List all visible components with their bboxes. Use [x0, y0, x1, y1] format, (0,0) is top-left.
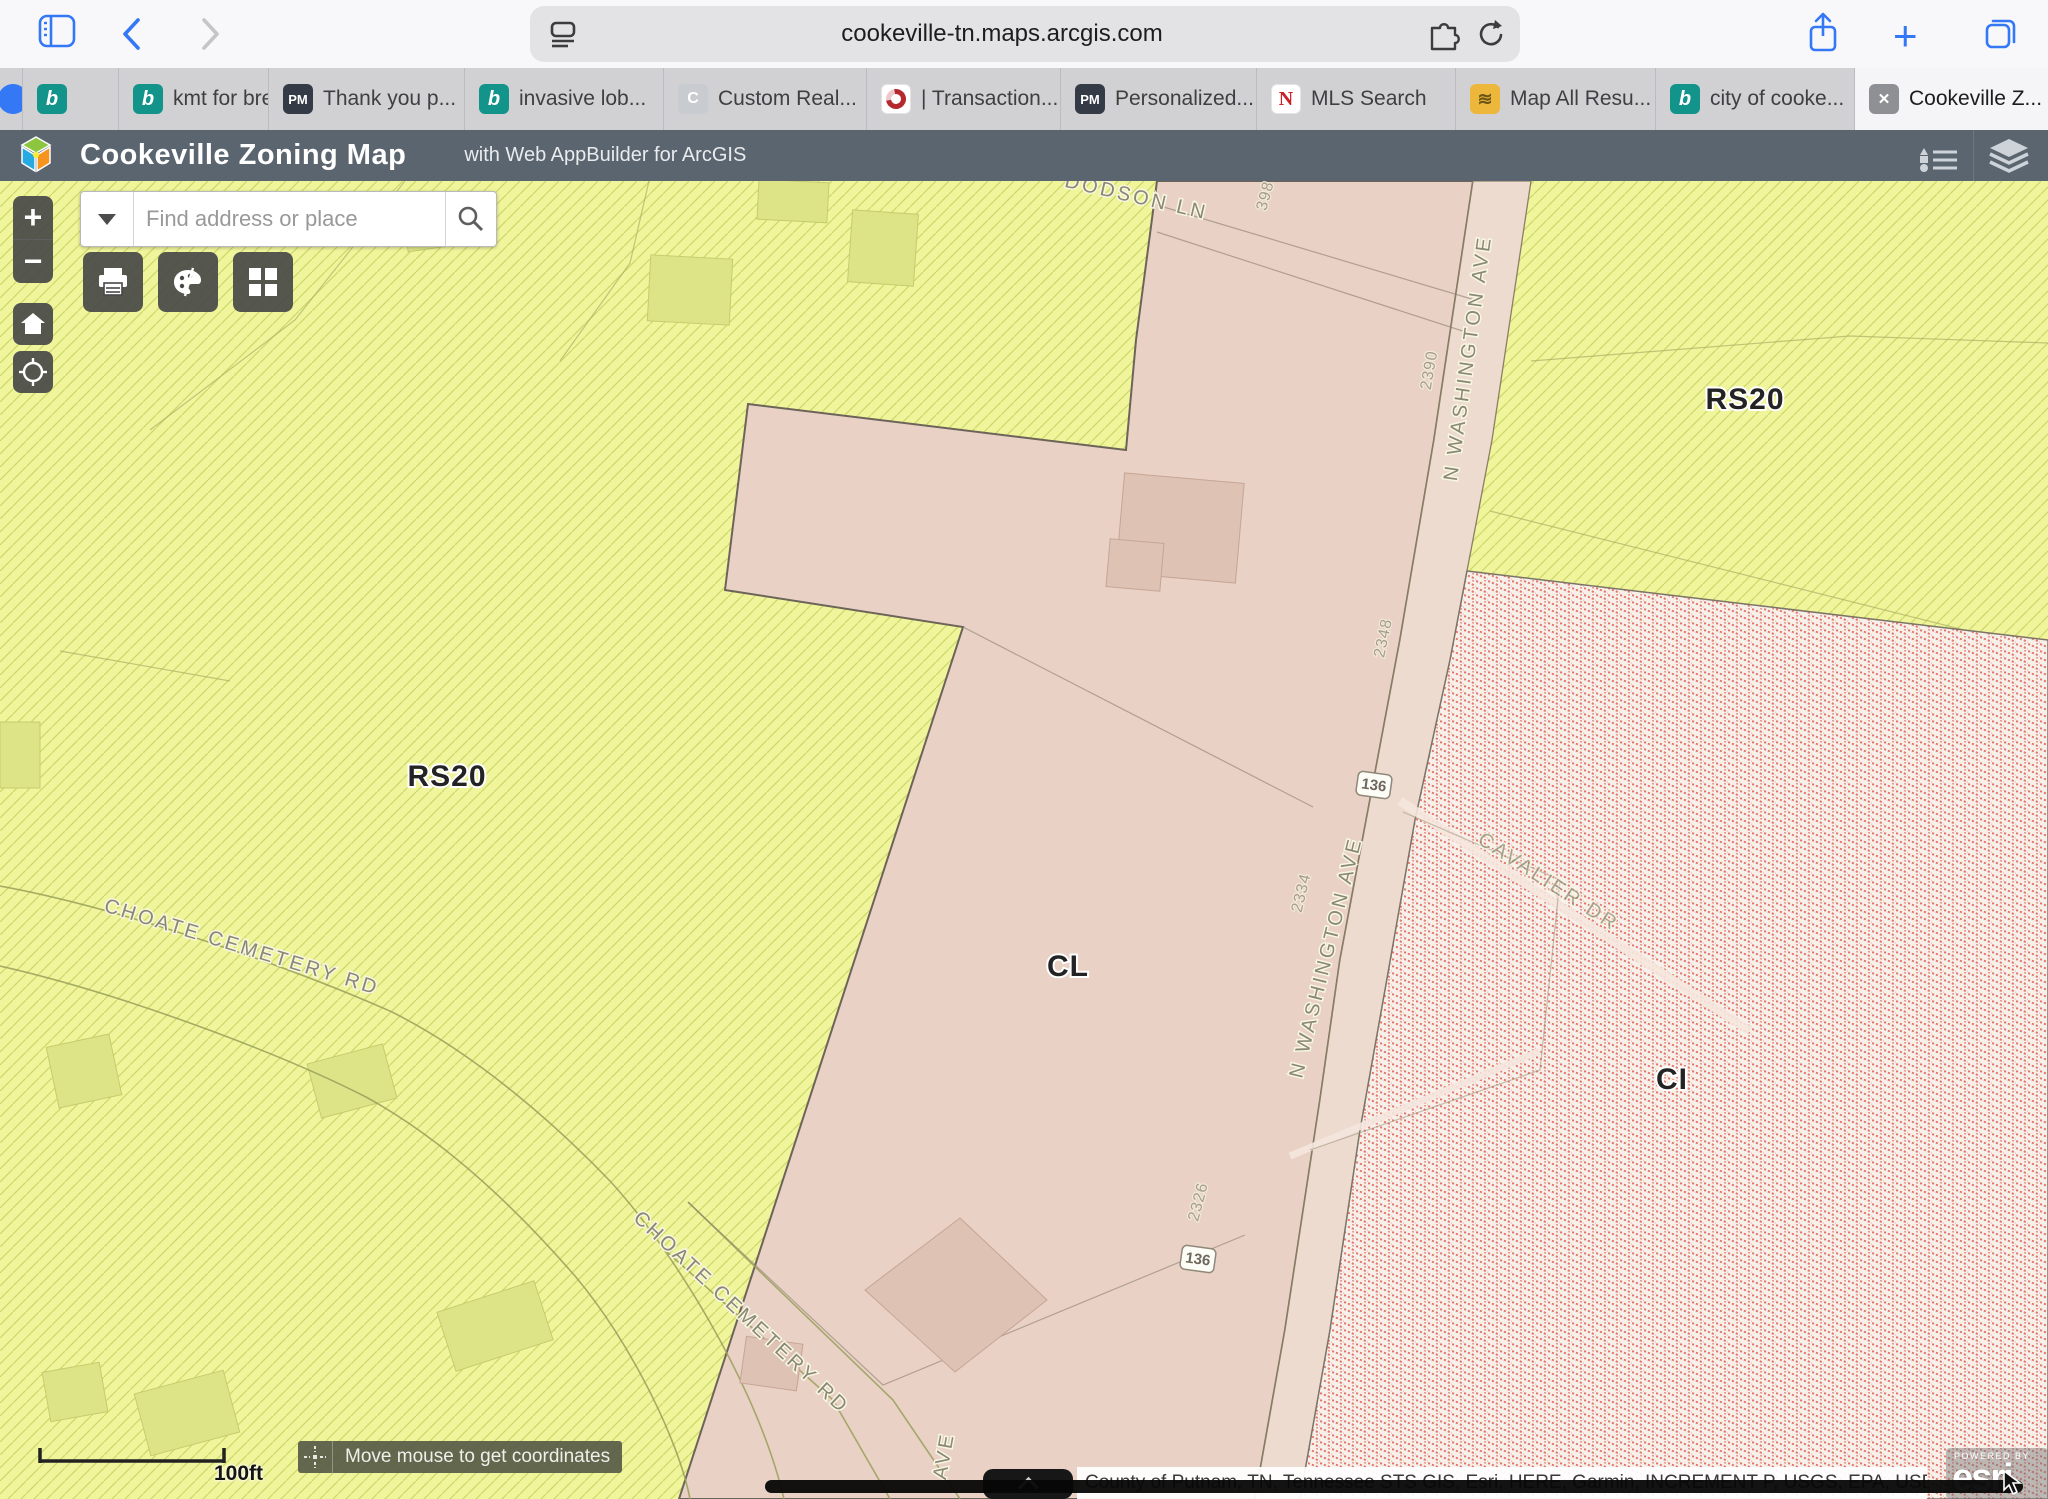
svg-text:136: 136 [1360, 775, 1387, 795]
tab-favicon [0, 84, 22, 114]
tab-map-all[interactable]: ≋ Map All Resu... [1455, 68, 1655, 130]
scale-label: 100ft [214, 1462, 263, 1486]
print-button[interactable] [83, 252, 143, 312]
palette-icon [171, 266, 205, 298]
zoom-control: + − [13, 196, 53, 283]
tab-mls-search[interactable]: N MLS Search [1256, 68, 1455, 130]
zone-label-ci: CI [1656, 1063, 1688, 1096]
tab-label: city of cooke... [1710, 87, 1844, 111]
c-favicon: C [678, 84, 708, 114]
route-shield-136-upper: 136 [1355, 771, 1392, 799]
locate-icon [19, 358, 47, 386]
crosshair-icon [298, 1441, 333, 1473]
tab-kmt[interactable]: b kmt for bre [118, 68, 268, 130]
header-divider [1973, 130, 1974, 181]
search-input[interactable] [134, 192, 445, 246]
draw-palette-button[interactable] [158, 252, 218, 312]
tab-label: Personalized... [1115, 87, 1254, 111]
tab-city-of-cookeville[interactable]: b city of cooke... [1655, 68, 1854, 130]
zoom-in-button[interactable]: + [13, 196, 53, 240]
route-shield-136-lower: 136 [1179, 1245, 1216, 1273]
x-favicon: ✕ [1869, 84, 1899, 114]
arcgis-logo-icon [14, 135, 58, 177]
map-favicon: ≋ [1470, 84, 1500, 114]
tab-label: Custom Real... [718, 87, 857, 111]
bing-favicon: b [37, 84, 67, 114]
page-subtitle: with Web AppBuilder for ArcGIS [464, 144, 746, 167]
tooltip-text: Move mouse to get coordinates [333, 1446, 622, 1468]
print-icon [97, 267, 129, 297]
map-canvas[interactable]: RS20 RS20 CL CI DODSON LN CHOATE CEMETER… [0, 181, 2048, 1499]
search-source-dropdown[interactable] [81, 192, 134, 246]
zone-label-cl: CL [1047, 950, 1089, 983]
basemap-gallery-button[interactable] [233, 252, 293, 312]
tab-thank-you[interactable]: PM Thank you p... [268, 68, 464, 130]
tab-cookeville-zoning-active[interactable]: ✕ Cookeville Z... [1854, 68, 2048, 130]
scale-bar: 100ft [38, 1448, 298, 1498]
tab-bar: b b kmt for bre PM Thank you p... b invasiv… [0, 68, 2048, 130]
search-button[interactable] [445, 192, 496, 246]
page-title: Cookeville Zoning Map [80, 139, 406, 172]
app-header: Cookeville Zoning Map with Web AppBuilde… [0, 130, 2048, 181]
safari-window: cookeville-tn.maps.arcgis.com + b b kmt f… [0, 0, 2048, 1499]
new-tab-icon[interactable]: + [1893, 12, 1918, 60]
zone-label-rs20-right: RS20 [1705, 383, 1784, 416]
tab-label: Cookeville Z... [1909, 87, 2042, 111]
tab-invasive[interactable]: b invasive lob... [464, 68, 663, 130]
swirl-favicon [881, 84, 911, 114]
tab-label: invasive lob... [519, 87, 646, 111]
bing-favicon: b [133, 84, 163, 114]
zoom-out-button[interactable]: − [13, 240, 53, 283]
zone-label-rs20-left: RS20 [407, 760, 486, 793]
basemap-grid-icon [248, 267, 278, 297]
layers-icon[interactable] [1988, 138, 2030, 174]
home-button[interactable] [13, 303, 53, 345]
tab-label: kmt for bre [173, 87, 268, 111]
bottom-panel-bar[interactable] [765, 1480, 2023, 1493]
tab-label: Thank you p... [323, 87, 456, 111]
back-icon[interactable] [118, 16, 144, 52]
tab-personalized[interactable]: PM Personalized... [1060, 68, 1256, 130]
search-widget [80, 191, 497, 247]
extensions-icon[interactable] [1426, 17, 1460, 51]
url-text[interactable]: cookeville-tn.maps.arcgis.com [578, 20, 1426, 48]
pm-favicon: PM [283, 84, 313, 114]
tab-label: Map All Resu... [1510, 87, 1651, 111]
bing-favicon: b [1670, 84, 1700, 114]
sidebar-toggle-icon[interactable] [38, 14, 76, 48]
forward-icon[interactable] [198, 16, 224, 52]
reader-icon[interactable] [548, 18, 578, 50]
tabs-overview-icon[interactable] [1982, 14, 2020, 52]
pm-favicon: PM [1075, 84, 1105, 114]
browser-toolbar: cookeville-tn.maps.arcgis.com + [0, 0, 2048, 68]
locate-button[interactable] [13, 351, 53, 393]
home-icon [20, 312, 46, 336]
coordinates-tooltip: Move mouse to get coordinates [298, 1441, 622, 1473]
tab-bing[interactable]: b [22, 68, 118, 130]
reload-icon[interactable] [1474, 18, 1504, 50]
share-icon[interactable] [1806, 12, 1840, 54]
tab-custom-real[interactable]: C Custom Real... [663, 68, 866, 130]
legend-icon[interactable] [1919, 140, 1959, 172]
n-favicon: N [1271, 84, 1301, 114]
svg-text:136: 136 [1184, 1249, 1211, 1269]
tab-clipped[interactable] [0, 68, 22, 130]
tab-label: | Transaction... [921, 87, 1058, 111]
tab-label: MLS Search [1311, 87, 1427, 111]
bing-favicon: b [479, 84, 509, 114]
address-bar[interactable]: cookeville-tn.maps.arcgis.com [530, 6, 1520, 62]
tab-transaction[interactable]: | Transaction... [866, 68, 1060, 130]
mouse-cursor-icon [2000, 1470, 2024, 1496]
chevron-down-icon [98, 214, 116, 225]
search-icon [457, 205, 485, 233]
